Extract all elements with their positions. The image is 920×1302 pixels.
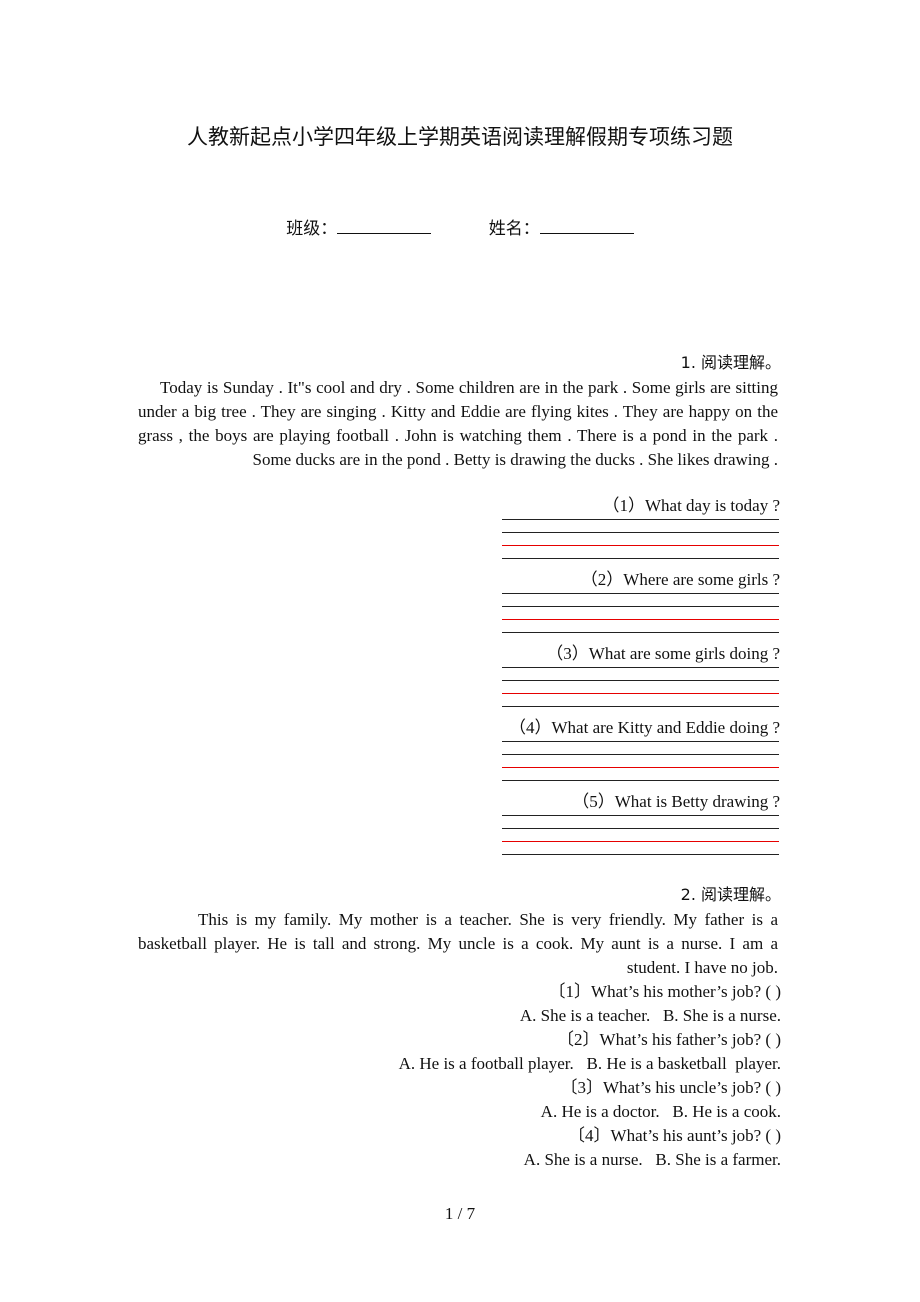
class-label: 班级： bbox=[286, 219, 338, 239]
section-2-heading: 2. 阅读理解。 bbox=[680, 885, 781, 904]
answer-area[interactable] bbox=[502, 813, 779, 865]
answer-line bbox=[502, 815, 779, 816]
answer-line bbox=[502, 593, 779, 594]
answer-line-red bbox=[502, 545, 779, 546]
name-input-blank[interactable] bbox=[539, 217, 634, 234]
mc-options: A. He is a football player. B. He is a b… bbox=[398, 1054, 781, 1073]
name-field: 姓名： bbox=[489, 214, 634, 239]
answer-area[interactable] bbox=[502, 591, 779, 643]
answer-line bbox=[502, 741, 779, 742]
answer-line bbox=[502, 606, 779, 607]
answer-line bbox=[502, 754, 779, 755]
mc-options: A. She is a teacher. B. She is a nurse. bbox=[519, 1006, 781, 1025]
open-question: （1）What day is today ? bbox=[138, 495, 781, 569]
mc-question: 〔1〕What’s his mother’s job? ( ) bbox=[548, 982, 781, 1001]
page-title: 人教新起点小学四年级上学期英语阅读理解假期专项练习题 bbox=[187, 125, 733, 149]
answer-area[interactable] bbox=[502, 739, 779, 791]
question-text: （3）What are some girls doing ? bbox=[546, 644, 780, 663]
section-1-heading: 1. 阅读理解。 bbox=[680, 353, 781, 372]
mc-options: A. She is a nurse. B. She is a farmer. bbox=[523, 1150, 781, 1169]
answer-line bbox=[502, 558, 779, 559]
class-input-blank[interactable] bbox=[337, 217, 432, 234]
mc-question: 〔3〕What’s his uncle’s job? ( ) bbox=[560, 1078, 782, 1097]
open-question: （3）What are some girls doing ? bbox=[138, 643, 781, 717]
answer-line-red bbox=[502, 767, 779, 768]
answer-line bbox=[502, 680, 779, 681]
answer-line bbox=[502, 828, 779, 829]
section-2-passage: This is my family. My mother is a teache… bbox=[138, 910, 778, 977]
mc-question: 〔4〕What’s his aunt’s job? ( ) bbox=[568, 1126, 781, 1145]
open-question: （4）What are Kitty and Eddie doing ? bbox=[138, 717, 781, 791]
name-label: 姓名： bbox=[488, 219, 540, 239]
question-text: （5）What is Betty drawing ? bbox=[572, 792, 780, 811]
mc-question: 〔2〕What’s his father’s job? ( ) bbox=[557, 1030, 781, 1049]
page-number: 1 / 7 bbox=[444, 1204, 476, 1223]
class-field: 班级： bbox=[286, 214, 432, 239]
mc-options: A. He is a doctor. B. He is a cook. bbox=[540, 1102, 781, 1121]
question-text: （2）Where are some girls ? bbox=[580, 570, 780, 589]
answer-line bbox=[502, 706, 779, 707]
answer-line bbox=[502, 519, 779, 520]
answer-line-red bbox=[502, 693, 779, 694]
reading-section-1: 1. 阅读理解。 Today is Sunday . It"s cool and… bbox=[138, 350, 781, 865]
answer-line bbox=[502, 532, 779, 533]
reading-section-2: 2. 阅读理解。 This is my family. My mother is… bbox=[138, 882, 781, 1172]
answer-line bbox=[502, 780, 779, 781]
question-text: （1）What day is today ? bbox=[602, 496, 780, 515]
answer-line bbox=[502, 854, 779, 855]
question-text: （4）What are Kitty and Eddie doing ? bbox=[509, 718, 780, 737]
answer-line bbox=[502, 667, 779, 668]
open-question: （2）Where are some girls ? bbox=[138, 569, 781, 643]
answer-area[interactable] bbox=[502, 517, 779, 569]
answer-area[interactable] bbox=[502, 665, 779, 717]
student-info: 班级： 姓名： bbox=[0, 214, 920, 239]
open-question: （5）What is Betty drawing ? bbox=[138, 791, 781, 865]
answer-line bbox=[502, 632, 779, 633]
answer-line-red bbox=[502, 841, 779, 842]
section-1-passage: Today is Sunday . It"s cool and dry . So… bbox=[138, 378, 778, 469]
answer-line-red bbox=[502, 619, 779, 620]
